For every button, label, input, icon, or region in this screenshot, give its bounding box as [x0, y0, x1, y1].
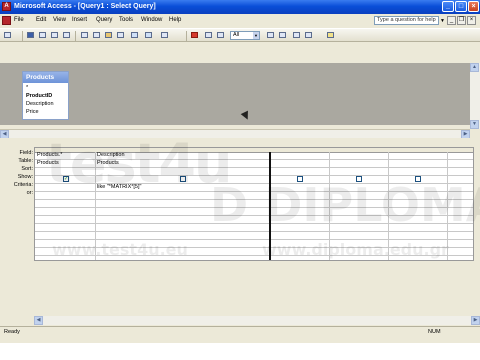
num-lock-indicator: NUM [428, 329, 441, 335]
totals-icon[interactable] [216, 31, 226, 40]
maximize-icon[interactable]: □ [455, 1, 467, 12]
test4u-url-watermark: www.test4u.eu [52, 240, 188, 259]
undo-icon[interactable] [130, 31, 140, 40]
field-list-item[interactable]: * [26, 85, 28, 91]
show-table-icon[interactable] [204, 31, 214, 40]
top-values-value: All [233, 32, 240, 38]
top-values-combo[interactable]: All ▼ [230, 31, 260, 40]
title-bar: A Microsoft Access - [Query1 : Select Qu… [0, 0, 480, 14]
status-text: Ready [4, 329, 20, 335]
save-icon[interactable] [26, 31, 36, 40]
row-label-field: Field: [19, 150, 33, 156]
chevron-down-icon[interactable]: ▼ [253, 32, 259, 39]
copy-icon[interactable] [92, 31, 102, 40]
window-title: Microsoft Access - [Query1 : Select Quer… [14, 3, 156, 10]
properties-icon[interactable] [266, 31, 276, 40]
menu-tools[interactable]: Tools [119, 17, 133, 23]
field-list-title[interactable]: Products [23, 72, 68, 83]
row-label-sort: Sort: [21, 166, 33, 172]
row-label-show: Show: [17, 174, 33, 180]
close-icon[interactable]: × [468, 1, 479, 12]
menu-query[interactable]: Query [96, 17, 112, 23]
toolbar-separator [186, 31, 187, 41]
mdi-close-icon[interactable]: × [467, 16, 476, 25]
status-bar: Ready NUM [0, 326, 480, 338]
table-pane[interactable] [0, 63, 470, 125]
row-label-table: Table: [18, 158, 33, 164]
print-preview-icon[interactable] [50, 31, 60, 40]
menu-view[interactable]: View [53, 17, 66, 23]
row-label-criteria: Criteria: [13, 182, 33, 188]
mdi-restore-icon[interactable]: ❐ [457, 16, 466, 25]
menu-window[interactable]: Window [141, 17, 162, 23]
field-list-item[interactable]: Description [26, 101, 54, 107]
new-object-icon[interactable] [304, 31, 314, 40]
scroll-right-icon[interactable]: ▶ [471, 316, 480, 325]
mdi-minimize-icon[interactable]: _ [447, 16, 456, 25]
table-pane-vertical-scrollbar[interactable]: ▲ ▼ [470, 63, 480, 129]
field-list-item[interactable]: ProductID [26, 93, 52, 99]
query-type-icon[interactable] [160, 31, 170, 40]
menu-insert[interactable]: Insert [72, 17, 87, 23]
test4u-logo-watermark: test4u [46, 132, 232, 195]
access-icon[interactable]: A [2, 2, 11, 11]
database-window-icon[interactable] [292, 31, 302, 40]
scroll-left-icon[interactable]: ◀ [34, 316, 43, 325]
field-list-item[interactable]: Price [26, 109, 39, 115]
run-icon[interactable] [190, 31, 200, 40]
query-design-toolbar: All ▼ [0, 28, 480, 42]
cut-icon[interactable] [80, 31, 90, 40]
paste-icon[interactable] [104, 31, 114, 40]
format-painter-icon[interactable] [116, 31, 126, 40]
chevron-down-icon[interactable]: ▼ [440, 18, 445, 24]
scroll-up-icon[interactable]: ▲ [470, 63, 479, 72]
menu-edit[interactable]: Edit [36, 17, 46, 23]
build-icon[interactable] [278, 31, 288, 40]
diploma-url-watermark: www.diploma.edu.gr [262, 240, 449, 259]
toolbar-separator [22, 31, 23, 41]
products-field-list[interactable]: Products * ProductID Description Price [22, 71, 69, 120]
help-icon[interactable] [326, 31, 336, 40]
row-label-or: or: [26, 190, 33, 196]
menu-help[interactable]: Help [169, 17, 181, 23]
view-icon[interactable] [3, 31, 13, 40]
frame-border [0, 343, 480, 360]
access-window: A Microsoft Access - [Query1 : Select Qu… [0, 0, 480, 343]
spelling-icon[interactable] [62, 31, 72, 40]
help-search-input[interactable]: Type a question for help [374, 16, 439, 25]
scroll-down-icon[interactable]: ▼ [470, 120, 479, 129]
diploma-logo-watermark: D DIPLOMA [210, 178, 480, 232]
design-grid-horizontal-scrollbar[interactable]: ◀ ▶ [34, 316, 480, 325]
redo-icon[interactable] [144, 31, 154, 40]
toolbar-options-icon[interactable] [340, 31, 350, 40]
query-window-icon[interactable] [2, 16, 11, 25]
minimize-icon[interactable]: _ [442, 1, 454, 12]
toolbar-separator [75, 31, 76, 41]
menu-bar: File Edit View Insert Query Tools Window… [0, 15, 480, 27]
menu-file[interactable]: File [14, 17, 24, 23]
print-icon[interactable] [38, 31, 48, 40]
